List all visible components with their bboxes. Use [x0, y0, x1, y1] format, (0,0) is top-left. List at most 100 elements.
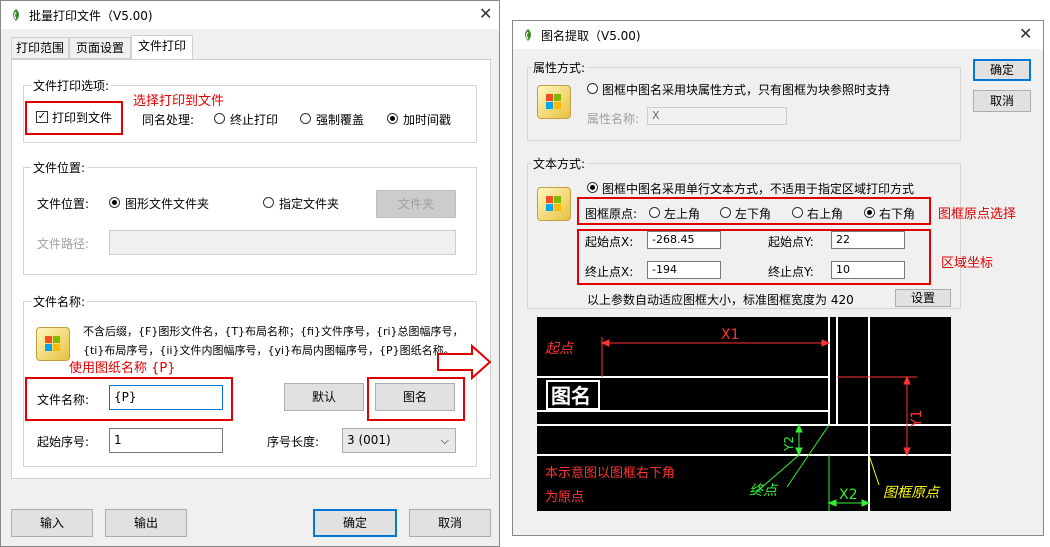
cancel-button-label: 取消: [437, 516, 462, 530]
import-button[interactable]: 输入: [11, 509, 93, 537]
import-button-label: 输入: [39, 516, 64, 530]
print-options-group-label: 文件打印选项:: [31, 77, 112, 94]
file-name-value: {P}: [114, 390, 137, 404]
tab-page-setup[interactable]: 页面设置: [69, 37, 131, 59]
start-y-value: 22: [836, 233, 850, 246]
number-length-select[interactable]: 3 (001) ⌵: [342, 428, 456, 453]
radio-lower-left-label: 左下角: [735, 207, 772, 221]
drawing-name-annotation: 使用图纸名称 {P}: [69, 361, 176, 376]
print-to-file-checkbox[interactable]: ✓: [36, 111, 48, 123]
number-length-value: 3 (001): [347, 433, 391, 447]
print-to-file-label: 打印到文件: [52, 111, 113, 125]
radio-specified-folder-label: 指定文件夹: [279, 197, 340, 211]
y1-label: Y1: [909, 410, 925, 428]
cancel-button[interactable]: 取消: [973, 90, 1031, 112]
radio-upper-left-label: 左上角: [664, 207, 701, 221]
start-y-input[interactable]: 22: [831, 231, 905, 249]
default-button[interactable]: 默认: [284, 383, 364, 411]
ok-button-label: 确定: [342, 516, 367, 530]
radio-text-mode[interactable]: [587, 182, 598, 193]
radio-text-mode-label: 图框中图名采用单行文本方式，不适用于指定区域打印方式: [602, 182, 915, 196]
app-icon: [13, 9, 19, 21]
attribute-name-label: 属性名称:: [587, 112, 640, 126]
radio-overwrite[interactable]: [300, 113, 311, 124]
close-icon[interactable]: ✕: [479, 4, 492, 23]
file-location-group-label: 文件位置:: [31, 159, 88, 176]
end-x-value: -194: [652, 263, 677, 276]
title-extract-window: 图名提取（V5.00) ✕ 确定 取消 属性方式: 图框中图名采用块属性方式，只…: [512, 20, 1044, 536]
radio-stop-print-label: 终止打印: [230, 113, 279, 127]
area-annotation: 区域坐标: [941, 256, 994, 271]
settings-button[interactable]: 设置: [895, 289, 951, 307]
start-x-label: 起始点X:: [585, 235, 634, 249]
end-x-input[interactable]: -194: [647, 261, 721, 279]
ok-button[interactable]: 确定: [313, 509, 397, 537]
origin-label: 图框原点:: [585, 207, 638, 221]
file-name-group-label: 文件名称:: [31, 293, 88, 310]
folder-button[interactable]: 文件夹: [376, 190, 456, 218]
close-icon[interactable]: ✕: [1019, 24, 1032, 43]
start-point-label: 起点: [545, 341, 575, 357]
cancel-button[interactable]: 取消: [409, 509, 491, 537]
file-name-label: 文件名称:: [37, 393, 90, 407]
windows-logo-icon: [537, 187, 571, 221]
radio-upper-left[interactable]: [649, 207, 660, 218]
folder-button-label: 文件夹: [397, 197, 434, 211]
end-x-label: 终止点X:: [585, 265, 634, 279]
radio-lower-right[interactable]: [864, 207, 875, 218]
radio-drawing-folder-label: 图形文件文件夹: [125, 197, 210, 211]
frame-origin-label: 图框原点: [883, 485, 941, 501]
window-title: 批量打印文件（V5.00): [29, 9, 153, 23]
file-name-help-line2: {ti}布局序号，{ii}文件内图幅序号，{yi}布局内图幅序号，{P}图纸名称…: [83, 344, 455, 357]
text-mode-group-label: 文本方式:: [531, 155, 588, 172]
radio-stop-print[interactable]: [214, 113, 225, 124]
start-x-input[interactable]: -268.45: [647, 231, 721, 249]
file-location-label: 文件位置:: [37, 197, 90, 211]
radio-specified-folder[interactable]: [263, 197, 274, 208]
title-bar: 批量打印文件（V5.00) ✕: [1, 1, 499, 29]
origin-annotation: 图框原点选择: [938, 207, 1017, 222]
file-name-help-line1: 不含后缀，{F}图形文件名，{T}布局名称；{fi}文件序号，{ri}总图幅序号…: [83, 325, 464, 338]
attribute-mode-group: [527, 67, 961, 141]
end-y-value: 10: [836, 263, 850, 276]
attribute-name-value: X: [652, 109, 660, 122]
start-x-value: -268.45: [652, 233, 695, 246]
start-number-label: 起始序号:: [37, 435, 90, 449]
windows-logo-icon: [36, 327, 70, 361]
file-path-label: 文件路径:: [37, 237, 90, 251]
ok-button-label: 确定: [989, 63, 1014, 77]
tab-print-range[interactable]: 打印范围: [11, 37, 69, 59]
title-bar: 图名提取（V5.00) ✕: [513, 21, 1043, 49]
standard-width-info: 以上参数自动适应图框大小，标准图框宽度为 420: [587, 293, 854, 307]
radio-drawing-folder[interactable]: [109, 197, 120, 208]
attribute-name-input[interactable]: X: [647, 107, 787, 125]
end-point-label: 终点: [749, 483, 779, 499]
tab-label: 文件打印: [137, 39, 186, 53]
ok-button[interactable]: 确定: [973, 59, 1031, 81]
title-text-sample: 图名: [551, 384, 591, 408]
radio-upper-right[interactable]: [792, 207, 803, 218]
x2-label: X2: [839, 487, 858, 503]
radio-attribute-mode[interactable]: [587, 83, 598, 94]
arrow-right-icon: [437, 344, 492, 380]
tab-file-print[interactable]: 文件打印: [131, 35, 193, 59]
cancel-button-label: 取消: [989, 94, 1014, 108]
window-title: 图名提取（V5.00): [541, 29, 641, 43]
print-to-file-annotation: 选择打印到文件: [133, 94, 225, 109]
start-number-input[interactable]: 1: [109, 428, 223, 453]
app-icon: [525, 29, 531, 41]
export-button[interactable]: 输出: [105, 509, 187, 537]
radio-lower-left[interactable]: [720, 207, 731, 218]
x1-label: X1: [721, 327, 740, 343]
tab-label: 打印范围: [15, 41, 64, 55]
origin-diagram: X1 Y1 起点 图名 Y2 X2 终点 图框原点 本示意图以图框右下角 为原点: [537, 317, 951, 511]
export-button-label: 输出: [133, 516, 158, 530]
radio-timestamp[interactable]: [387, 113, 398, 124]
file-name-input[interactable]: {P}: [109, 385, 223, 410]
radio-timestamp-label: 加时间戳: [403, 113, 452, 127]
tuming-button-label: 图名: [402, 390, 427, 404]
file-path-input[interactable]: [109, 230, 456, 255]
tuming-button[interactable]: 图名: [375, 383, 455, 411]
end-y-input[interactable]: 10: [831, 261, 905, 279]
file-location-group: [23, 167, 477, 275]
